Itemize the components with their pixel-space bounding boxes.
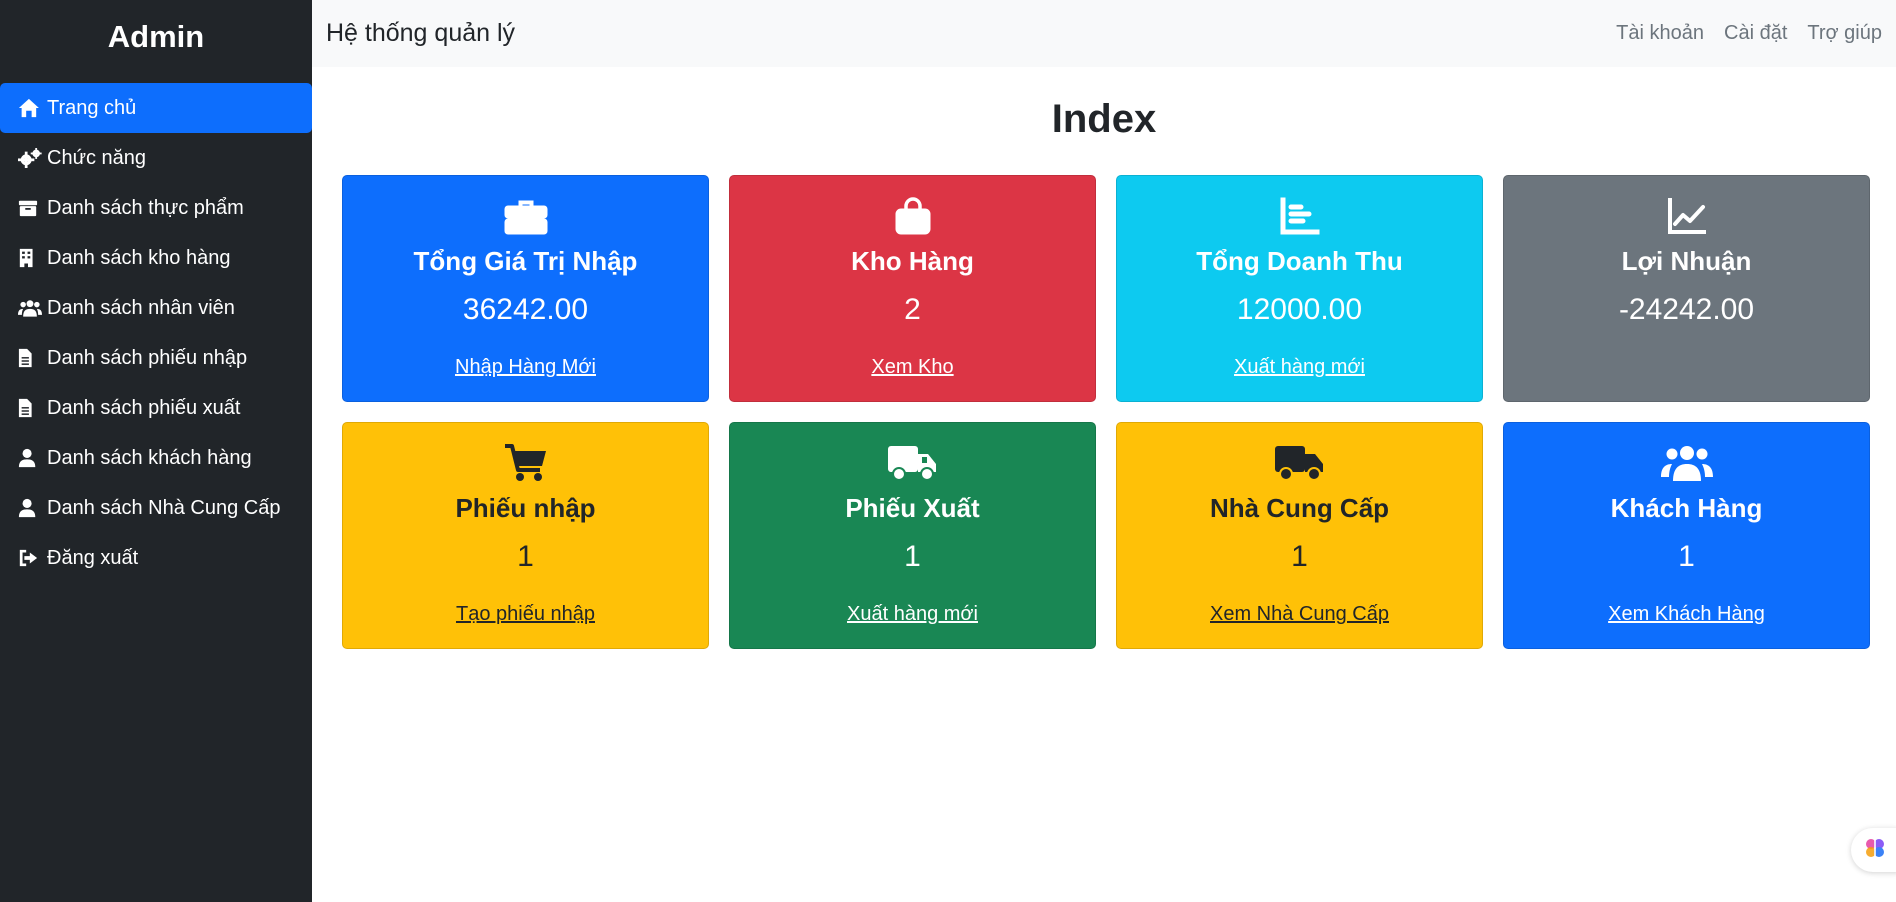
file-icon: [18, 397, 42, 419]
sidebar-brand: Admin: [107, 19, 205, 54]
card-profit: Lợi Nhuận -24242.00: [1503, 175, 1870, 402]
users-icon: [18, 297, 42, 319]
sidebar-item-trang-chu[interactable]: Trang chủ: [0, 83, 312, 133]
navbar-links: Tài khoản Cài đặt Trợ giúp: [1616, 22, 1882, 45]
card-title: Phiếu Xuất: [845, 493, 980, 523]
sidebar-item-phieu-xuat[interactable]: Danh sách phiếu xuất: [0, 383, 312, 433]
card-warehouse: Kho Hàng 2 Xem Kho: [729, 175, 1096, 402]
card-value: 2: [904, 293, 921, 326]
card-value: 1: [904, 540, 921, 573]
gears-icon: [18, 147, 42, 169]
card-value: -24242.00: [1618, 293, 1755, 326]
card-value: 1: [1678, 540, 1695, 573]
card-value: 36242.00: [462, 293, 589, 326]
view-suppliers-link[interactable]: Xem Nhà Cung Cấp: [1117, 603, 1482, 626]
navbar-title[interactable]: Hệ thống quản lý: [326, 19, 515, 48]
box-icon: [18, 197, 42, 219]
bar-chart-icon: [1117, 196, 1482, 236]
card-value: 1: [517, 540, 534, 573]
shipping-truck-icon: [730, 443, 1095, 483]
sidebar-item-label: Danh sách kho hàng: [47, 246, 231, 269]
sidebar-item-khach-hang[interactable]: Danh sách khách hàng: [0, 433, 312, 483]
sign-out-icon: [18, 547, 42, 569]
view-warehouse-link[interactable]: Xem Kho: [730, 356, 1095, 379]
card-title: Lợi Nhuận: [1621, 246, 1752, 276]
user-icon: [18, 497, 42, 519]
settings-link[interactable]: Cài đặt: [1724, 22, 1787, 45]
sidebar-item-label: Danh sách phiếu nhập: [47, 346, 248, 369]
card-import-receipts: Phiếu nhập 1 Tạo phiếu nhập: [342, 422, 709, 649]
sidebar-item-label: Danh sách nhân viên: [47, 296, 235, 319]
sidebar-nav: Trang chủ Chức năng Danh sách thực phẩm …: [0, 74, 312, 583]
main-content: Index Tổng Giá Trị Nhập 36242.00 Nhập Hà…: [312, 67, 1896, 902]
account-link[interactable]: Tài khoản: [1616, 22, 1704, 45]
card-title: Nhà Cung Cấp: [1209, 493, 1390, 523]
sidebar-item-label: Danh sách Nhà Cung Cấp: [47, 496, 281, 519]
sidebar-item-label: Trang chủ: [47, 96, 137, 119]
users-icon: [1504, 443, 1869, 483]
sidebar-item-nha-cung-cap[interactable]: Danh sách Nhà Cung Cấp: [0, 483, 312, 533]
shopping-bag-icon: [730, 196, 1095, 236]
card-suppliers: Nhà Cung Cấp 1 Xem Nhà Cung Cấp: [1116, 422, 1483, 649]
card-title: Khách Hàng: [1610, 493, 1763, 523]
sidebar-item-phieu-nhap[interactable]: Danh sách phiếu nhập: [0, 333, 312, 383]
card-customers: Khách Hàng 1 Xem Khách Hàng: [1503, 422, 1870, 649]
card-total-import-value: Tổng Giá Trị Nhập 36242.00 Nhập Hàng Mới: [342, 175, 709, 402]
cart-icon: [343, 443, 708, 483]
card-value: 12000.00: [1236, 293, 1363, 326]
user-icon: [18, 447, 42, 469]
brain-icon: [1863, 836, 1887, 865]
sidebar-item-dang-xuat[interactable]: Đăng xuất: [0, 533, 312, 583]
view-customers-link[interactable]: Xem Khách Hàng: [1504, 603, 1869, 626]
sidebar-item-label: Danh sách phiếu xuất: [47, 396, 241, 419]
card-total-revenue: Tổng Doanh Thu 12000.00 Xuất hàng mới: [1116, 175, 1483, 402]
page-title: Index: [1051, 97, 1157, 141]
floating-assistant-button[interactable]: [1851, 828, 1896, 872]
import-new-link[interactable]: Nhập Hàng Mới: [343, 356, 708, 379]
export-new-link[interactable]: Xuất hàng mới: [1117, 356, 1482, 379]
truck-icon: [1117, 443, 1482, 483]
card-title: Tổng Doanh Thu: [1196, 246, 1403, 276]
home-icon: [18, 97, 42, 119]
card-title: Phiếu nhập: [455, 493, 596, 523]
help-link[interactable]: Trợ giúp: [1807, 22, 1882, 45]
file-icon: [18, 347, 42, 369]
card-title: Tổng Giá Trị Nhập: [413, 246, 638, 276]
sidebar-item-chuc-nang[interactable]: Chức năng: [0, 133, 312, 183]
card-value: 1: [1291, 540, 1308, 573]
card-export-receipts: Phiếu Xuất 1 Xuất hàng mới: [729, 422, 1096, 649]
sidebar-item-thuc-pham[interactable]: Danh sách thực phẩm: [0, 183, 312, 233]
create-import-link[interactable]: Tạo phiếu nhập: [343, 603, 708, 626]
sidebar-item-label: Danh sách khách hàng: [47, 446, 252, 469]
line-chart-icon: [1504, 196, 1869, 236]
sidebar-item-kho-hang[interactable]: Danh sách kho hàng: [0, 233, 312, 283]
sidebar: Admin Trang chủ Chức năng Danh sách thực…: [0, 0, 312, 902]
export-new-link[interactable]: Xuất hàng mới: [730, 603, 1095, 626]
sidebar-item-label: Chức năng: [47, 146, 147, 169]
sidebar-item-label: Đăng xuất: [47, 546, 139, 569]
building-icon: [18, 247, 42, 269]
sidebar-item-label: Danh sách thực phẩm: [47, 196, 244, 219]
briefcase-icon: [343, 196, 708, 236]
card-title: Kho Hàng: [851, 246, 974, 276]
sidebar-item-nhan-vien[interactable]: Danh sách nhân viên: [0, 283, 312, 333]
top-navbar: Hệ thống quản lý Tài khoản Cài đặt Trợ g…: [312, 0, 1896, 67]
